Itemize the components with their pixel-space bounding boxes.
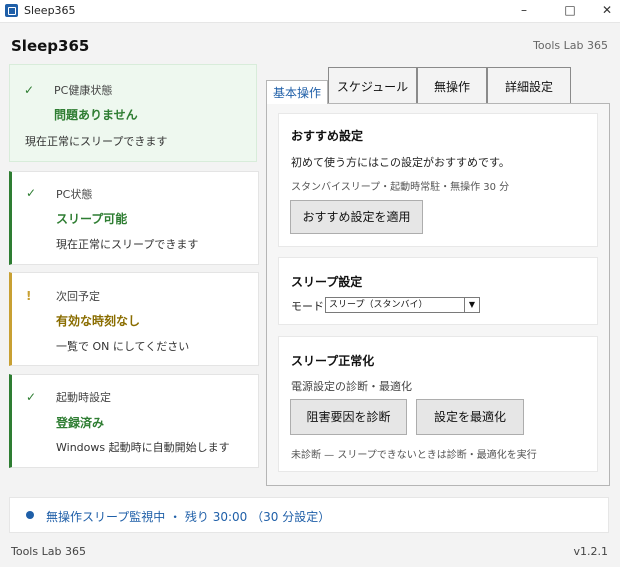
next-schedule-card: ! 次回予定 有効な時刻なし 一覧で ON にしてください xyxy=(9,272,259,366)
health-status: 問題ありません xyxy=(54,108,138,122)
startup-desc: Windows 起動時に自動開始します xyxy=(56,441,230,454)
maximize-button[interactable]: □ xyxy=(551,0,589,22)
normalize-sub: 未診断 — スリープできないときは診断・最適化を実行 xyxy=(291,450,537,461)
apply-recommended-button[interactable]: おすすめ設定を適用 xyxy=(290,200,423,234)
status-bar: 無操作スリープ監視中 ・ 残り 30:00 （30 分設定） xyxy=(9,497,609,533)
close-button[interactable]: ✕ xyxy=(588,0,620,22)
window-titlebar: Sleep365 – □ ✕ xyxy=(0,0,620,23)
check-icon: ✓ xyxy=(24,83,35,97)
status-text: 無操作スリープ監視中 ・ 残り 30:00 （30 分設定） xyxy=(46,510,331,524)
warning-icon: ! xyxy=(26,289,32,303)
pc-state-card: ✓ PC状態 スリープ可能 現在正常にスリープできます xyxy=(9,171,259,265)
chevron-down-icon[interactable]: ▼ xyxy=(464,298,479,312)
normalize-section: スリープ正常化 電源設定の診断・最適化 阻害要因を診断 設定を最適化 未診断 —… xyxy=(278,336,598,472)
tab-schedule[interactable]: スケジュール xyxy=(328,67,417,103)
check-icon: ✓ xyxy=(26,186,37,200)
recommend-title: おすすめ設定 xyxy=(291,129,364,143)
tab-basic[interactable]: 基本操作 xyxy=(266,80,328,104)
mode-select-value: スリープ（スタンバイ） xyxy=(329,300,428,310)
mode-label: モード: xyxy=(291,300,328,313)
check-icon: ✓ xyxy=(26,390,37,404)
next-schedule-status: 有効な時刻なし xyxy=(56,314,141,328)
header-brand: Tools Lab 365 xyxy=(533,39,608,52)
pc-state-desc: 現在正常にスリープできます xyxy=(56,238,199,251)
minimize-button[interactable]: – xyxy=(505,0,543,22)
status-dot-icon xyxy=(26,511,34,519)
health-label: PC健康状態 xyxy=(54,84,113,97)
health-card: ✓ PC健康状態 問題ありません 現在正常にスリープできます xyxy=(9,64,257,162)
diagnose-button[interactable]: 阻害要因を診断 xyxy=(290,399,407,435)
sleep-settings-section: スリープ設定 モード: スリープ（スタンバイ） ▼ xyxy=(278,257,598,325)
startup-card: ✓ 起動時設定 登録済み Windows 起動時に自動開始します xyxy=(9,374,259,468)
pc-state-status: スリープ可能 xyxy=(56,212,128,226)
recommend-text: 初めて使う方にはこの設定がおすすめです。 xyxy=(291,156,510,169)
sleep-settings-title: スリープ設定 xyxy=(291,275,363,289)
health-desc: 現在正常にスリープできます xyxy=(25,135,168,148)
recommend-sub: スタンバイスリープ・起動時常駐・無操作 30 分 xyxy=(291,182,510,193)
startup-label: 起動時設定 xyxy=(56,391,111,404)
app-title: Sleep365 xyxy=(11,37,90,55)
window-title: Sleep365 xyxy=(24,4,76,17)
mode-select[interactable]: スリープ（スタンバイ） ▼ xyxy=(325,297,480,313)
startup-status: 登録済み xyxy=(56,416,105,430)
app-icon xyxy=(5,4,18,17)
tab-advanced[interactable]: 詳細設定 xyxy=(487,67,571,103)
next-schedule-desc: 一覧で ON にしてください xyxy=(56,340,190,353)
recommend-section: おすすめ設定 初めて使う方にはこの設定がおすすめです。 スタンバイスリープ・起動… xyxy=(278,113,598,247)
next-schedule-label: 次回予定 xyxy=(56,290,100,303)
optimize-button[interactable]: 設定を最適化 xyxy=(416,399,524,435)
pc-state-label: PC状態 xyxy=(56,188,93,201)
footer-version: v1.2.1 xyxy=(573,545,609,558)
normalize-title: スリープ正常化 xyxy=(291,354,375,368)
footer-brand: Tools Lab 365 xyxy=(11,545,86,558)
tab-idle[interactable]: 無操作 xyxy=(417,67,487,103)
normalize-text: 電源設定の診断・最適化 xyxy=(291,380,412,393)
